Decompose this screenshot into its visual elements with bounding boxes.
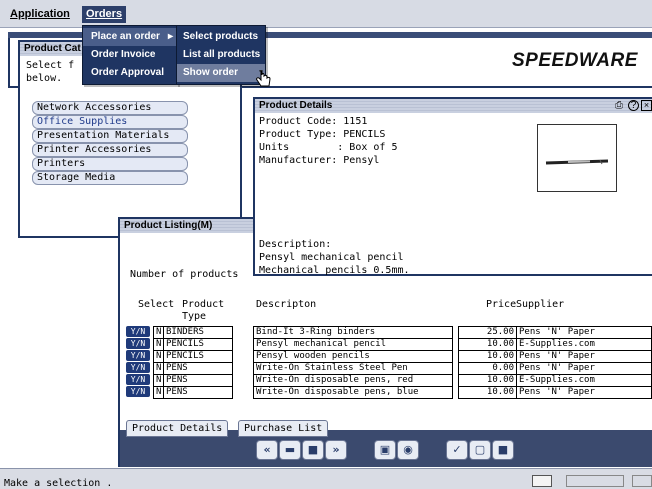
- speedware-logo: SPEEDWARE: [512, 50, 638, 71]
- row-yn-button[interactable]: Y/N: [126, 326, 150, 337]
- menu-item-list-all-products[interactable]: List all products: [177, 46, 265, 64]
- row-product-type: PENS: [163, 386, 233, 399]
- product-manufacturer: Manufacturer: Pensyl: [259, 155, 380, 166]
- catalog-intro-line2: below.: [26, 73, 63, 84]
- row-yn-button[interactable]: Y/N: [126, 374, 150, 385]
- first-record-icon[interactable]: «: [256, 440, 278, 460]
- description-label: Description:: [259, 239, 332, 250]
- hand-cursor-icon: [256, 70, 271, 87]
- category-printer-accessories[interactable]: Printer Accessories: [32, 143, 188, 157]
- place-order-label: Place an order: [91, 31, 160, 42]
- stop-icon[interactable]: ■: [302, 440, 324, 460]
- row-description: Write-On disposable pens, blue: [253, 386, 453, 399]
- header-description: Descripton: [256, 299, 317, 310]
- header-price: Price: [486, 299, 517, 310]
- category-presentation-materials[interactable]: Presentation Materials: [32, 129, 188, 143]
- menu-item-order-approval[interactable]: Order Approval: [83, 64, 177, 82]
- previous-record-icon[interactable]: ▬: [279, 440, 301, 460]
- row-yn-button[interactable]: Y/N: [126, 350, 150, 361]
- row-yn-button[interactable]: Y/N: [126, 386, 150, 397]
- category-office-supplies[interactable]: Office Supplies: [32, 115, 188, 129]
- description-line2: Mechanical pencils 0.5mm.: [259, 265, 410, 276]
- menu-item-order-invoice[interactable]: Order Invoice: [83, 46, 177, 64]
- pencil-image: [545, 159, 609, 165]
- next-record-icon[interactable]: »: [325, 440, 347, 460]
- status-bar: Make a selection .: [0, 468, 652, 489]
- place-order-submenu: Select products List all products Show o…: [176, 25, 266, 85]
- status-text: Make a selection .: [4, 478, 113, 489]
- status-indicator-icon: [532, 475, 552, 487]
- header-product: Product: [182, 299, 225, 310]
- product-code: Product Code: 1151: [259, 116, 368, 127]
- row-supplier: Pens 'N' Paper: [516, 386, 652, 399]
- find-icon[interactable]: ▣: [374, 440, 396, 460]
- catalog-intro-line1: Select f: [26, 60, 75, 71]
- menu-orders[interactable]: Orders: [82, 6, 127, 23]
- description-line1: Pensyl mechanical pencil: [259, 252, 404, 263]
- row-yn-button[interactable]: Y/N: [126, 362, 150, 373]
- status-field-end: [632, 475, 652, 487]
- product-details-window: Product Details ⎙ ? × Product Code: 1151…: [253, 97, 652, 276]
- help-icon[interactable]: ?: [628, 100, 639, 111]
- header-supplier: Supplier: [516, 299, 565, 310]
- product-count-label: Number of products: [130, 269, 239, 280]
- product-units: Units : Box of 5: [259, 142, 398, 153]
- orders-menu: Place an order ▸ Order Invoice Order App…: [82, 25, 178, 85]
- tab-purchase-list[interactable]: Purchase List: [238, 420, 329, 437]
- cancel-icon[interactable]: ■: [492, 440, 514, 460]
- confirm-check-icon[interactable]: ✓: [446, 440, 468, 460]
- header-select: Select: [138, 299, 175, 310]
- row-price: 10.00: [458, 386, 517, 399]
- clear-icon[interactable]: ▢: [469, 440, 491, 460]
- row-yn-button[interactable]: Y/N: [126, 338, 150, 349]
- status-field: [566, 475, 624, 487]
- header-type: Type: [182, 311, 207, 322]
- category-storage-media[interactable]: Storage Media: [32, 171, 188, 185]
- menu-item-show-order[interactable]: Show order: [177, 64, 265, 82]
- print-icon[interactable]: ⎙: [615, 100, 623, 111]
- product-type: Product Type: PENCILS: [259, 129, 386, 140]
- menu-item-select-products[interactable]: Select products: [177, 28, 265, 46]
- product-image: [537, 124, 617, 192]
- tab-product-details[interactable]: Product Details: [126, 420, 229, 437]
- menu-item-place-order[interactable]: Place an order ▸: [83, 28, 177, 46]
- menu-bar: Application Orders: [0, 0, 652, 28]
- find-next-icon[interactable]: ◉: [397, 440, 419, 460]
- menu-application[interactable]: Application: [6, 6, 74, 23]
- category-network-accessories[interactable]: Network Accessories: [32, 101, 188, 115]
- category-printers[interactable]: Printers: [32, 157, 188, 171]
- details-window-title: Product Details: [255, 99, 652, 113]
- submenu-arrow-icon: ▸: [167, 31, 173, 42]
- close-icon[interactable]: ×: [641, 100, 652, 111]
